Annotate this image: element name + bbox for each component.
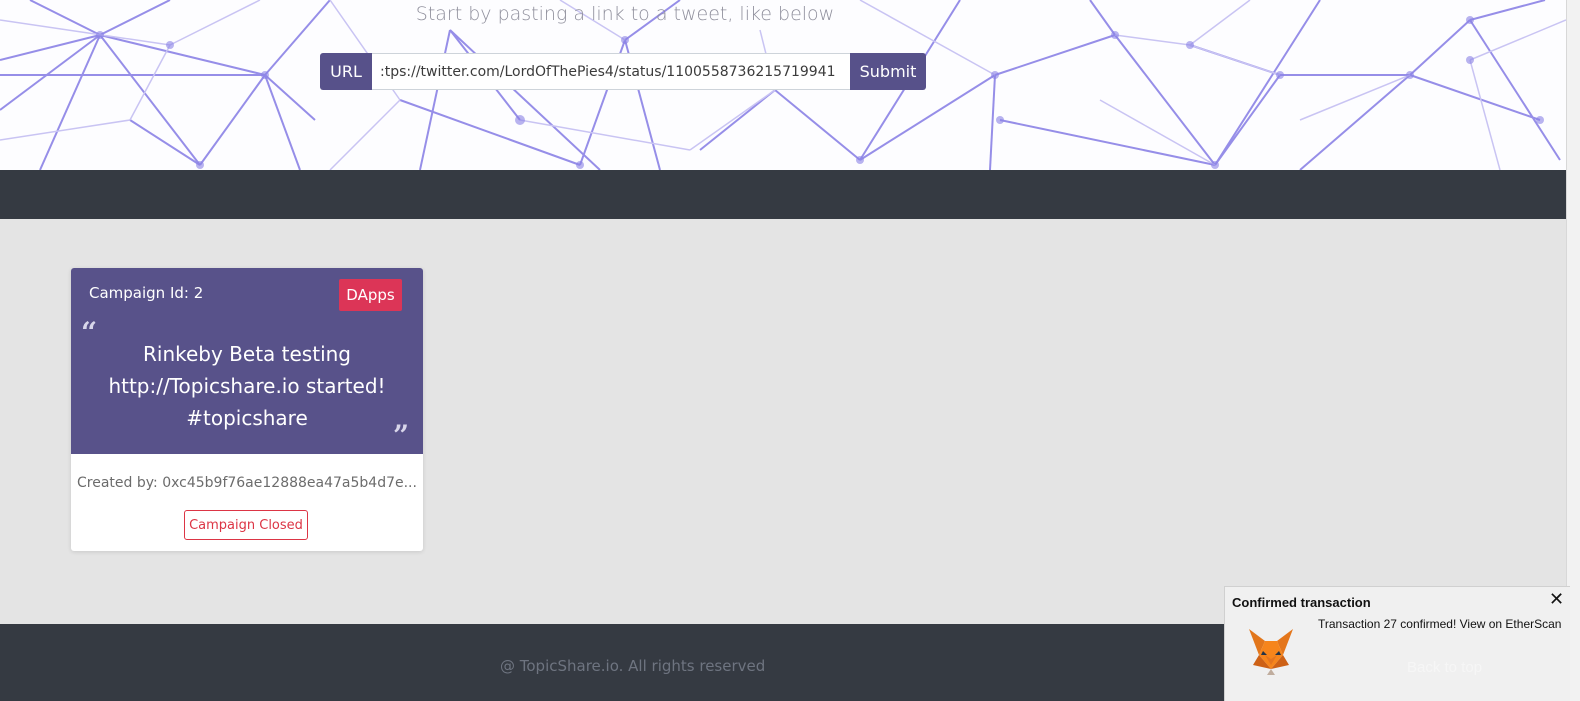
close-quote-icon: ”	[393, 419, 410, 452]
tweet-text: Rinkeby Beta testing http://Topicshare.i…	[91, 338, 403, 434]
campaign-id-label: Campaign Id: 2	[89, 284, 204, 302]
tweet-line: Rinkeby Beta testing	[142, 342, 351, 366]
tweet-line: http://Topicshare.io started!	[108, 374, 386, 398]
submit-button[interactable]: Submit	[850, 53, 926, 90]
copyright-text: @ TopicShare.io. All rights reserved	[500, 657, 766, 675]
tweet-url-input[interactable]	[372, 53, 850, 90]
campaign-card-header: Campaign Id: 2 DApps “ Rinkeby Beta test…	[71, 268, 423, 454]
category-badge: DApps	[339, 279, 402, 311]
campaign-closed-button[interactable]: Campaign Closed	[184, 510, 308, 540]
toast-title: Confirmed transaction	[1232, 595, 1371, 610]
toast-message[interactable]: Transaction 27 confirmed! View on EtherS…	[1318, 617, 1561, 631]
back-to-top-overlay-text: Back to top	[1407, 659, 1483, 676]
url-input-group: URL Submit	[320, 53, 926, 90]
hero-subtitle: Start by pasting a link to a tweet, like…	[415, 3, 835, 25]
nav-band	[0, 170, 1566, 219]
close-icon[interactable]: ✕	[1549, 589, 1564, 610]
hero-section: Start by pasting a link to a tweet, like…	[0, 0, 1566, 170]
created-by-label: Created by: 0xc45b9f76ae12888ea47a5b4d7e…	[77, 475, 417, 491]
metamask-fox-icon	[1249, 629, 1293, 675]
url-prefix-label: URL	[320, 53, 372, 90]
tweet-line: #topicshare	[186, 406, 308, 430]
transaction-toast[interactable]: Confirmed transaction ✕ Transaction 27 c…	[1224, 586, 1570, 701]
campaign-card[interactable]: Campaign Id: 2 DApps “ Rinkeby Beta test…	[71, 268, 423, 551]
